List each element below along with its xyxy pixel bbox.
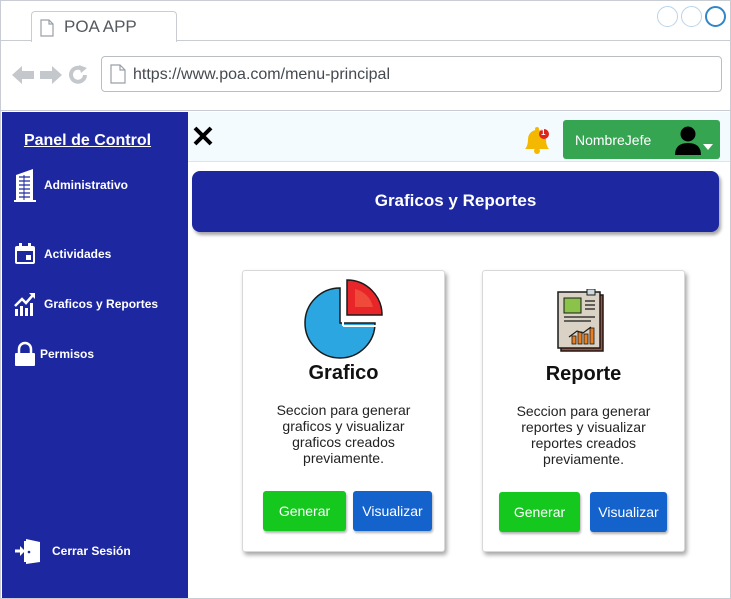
- chart-trend-icon: [12, 289, 38, 319]
- sidebar-item-permisos[interactable]: Permisos: [12, 339, 94, 369]
- lock-icon: [12, 339, 38, 369]
- card-description: Seccion para generar graficos y visualiz…: [276, 402, 411, 466]
- url-text: https://www.poa.com/menu-principal: [133, 66, 390, 83]
- sidebar-item-actividades[interactable]: Actividades: [12, 239, 111, 269]
- tab-bar: POA APP: [1, 1, 730, 42]
- view-report-button[interactable]: Visualizar: [590, 492, 667, 532]
- notification-count: 1: [541, 128, 546, 137]
- sidebar-item-label: Permisos: [40, 347, 95, 361]
- back-arrow-icon[interactable]: [11, 64, 35, 91]
- logout-icon: [12, 536, 46, 566]
- sidebar-item-label: Actividades: [44, 247, 112, 261]
- user-menu-button[interactable]: NombreJefe: [563, 120, 720, 159]
- card-grafico: Grafico Seccion para generar graficos y …: [242, 270, 445, 552]
- pie-chart-icon: [303, 279, 383, 364]
- url-field[interactable]: https://www.poa.com/menu-principal: [101, 56, 722, 92]
- browser-window: POA APP https://www.poa.com/menu-princip…: [0, 0, 731, 599]
- view-graph-button[interactable]: Visualizar: [353, 491, 432, 531]
- address-bar: https://www.poa.com/menu-principal: [1, 42, 730, 111]
- top-bar: 1 NombreJefe: [188, 112, 730, 162]
- generate-report-button[interactable]: Generar: [499, 492, 580, 532]
- section-banner: Graficos y Reportes: [192, 171, 719, 232]
- sidebar-item-label: Administrativo: [44, 178, 129, 192]
- report-icon: [555, 288, 609, 358]
- card-reporte: Reporte Seccion para generar reportes y …: [482, 270, 685, 552]
- window-controls: [657, 6, 726, 27]
- user-avatar-icon: [675, 125, 701, 160]
- logout-label: Cerrar Sesión: [52, 544, 131, 558]
- sidebar: Panel de Control Administrativo Activida…: [2, 112, 188, 598]
- calendar-icon: [12, 239, 38, 269]
- close-window-button[interactable]: [705, 6, 726, 27]
- forward-arrow-icon[interactable]: [39, 64, 63, 91]
- close-icon[interactable]: [192, 125, 214, 147]
- navigation-buttons: [11, 64, 89, 91]
- browser-tab[interactable]: POA APP: [31, 11, 177, 42]
- card-description: Seccion para generar reportes y visualiz…: [516, 403, 651, 467]
- notification-bell-icon[interactable]: 1: [522, 125, 552, 155]
- generate-graph-button[interactable]: Generar: [263, 491, 346, 531]
- page-icon: [40, 19, 54, 42]
- sidebar-item-administrativo[interactable]: Administrativo: [12, 169, 129, 202]
- maximize-button[interactable]: [681, 6, 702, 27]
- sidebar-title[interactable]: Panel de Control: [2, 132, 173, 150]
- page-title: Graficos y Reportes: [374, 191, 537, 210]
- logout-button[interactable]: Cerrar Sesión: [12, 536, 131, 566]
- card-title: Grafico: [308, 362, 379, 384]
- user-name: NombreJefe: [575, 132, 652, 148]
- tab-title: POA APP: [64, 17, 137, 36]
- page-icon: [110, 64, 126, 89]
- chevron-down-icon: [703, 137, 713, 155]
- building-icon: [12, 169, 38, 202]
- reload-icon[interactable]: [67, 64, 89, 91]
- minimize-button[interactable]: [657, 6, 678, 27]
- sidebar-item-label: Graficos y Reportes: [44, 297, 159, 311]
- sidebar-item-graficos-reportes[interactable]: Graficos y Reportes: [12, 289, 158, 319]
- card-title: Reporte: [545, 363, 622, 385]
